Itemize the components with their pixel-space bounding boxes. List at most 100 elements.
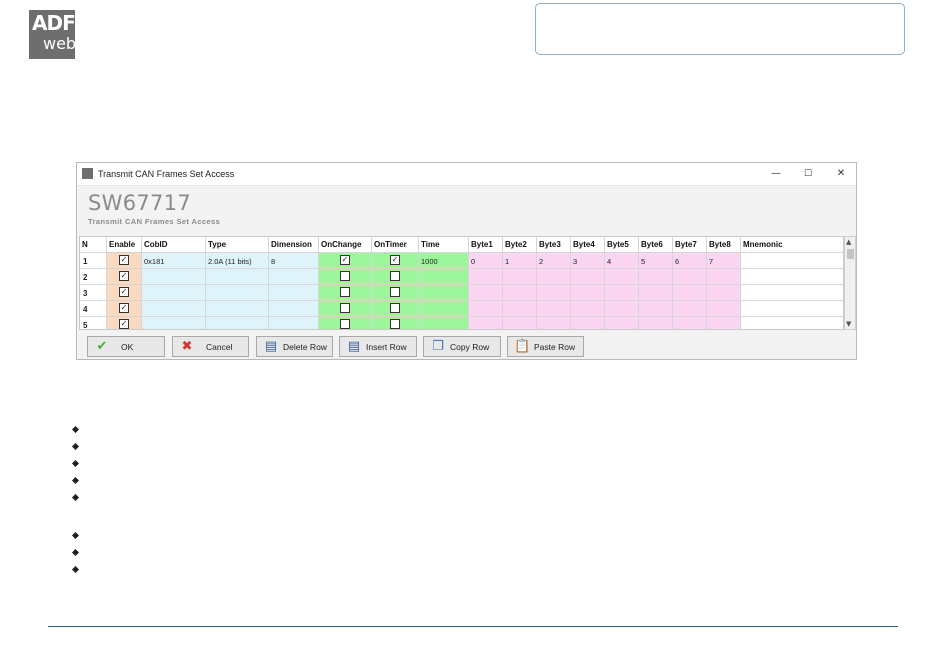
ontimer-checkbox[interactable] (390, 287, 400, 297)
copy-row-button[interactable]: ❐ Copy Row (423, 336, 501, 357)
dimension-cell[interactable]: 8 (269, 253, 319, 269)
b4-cell[interactable] (571, 285, 605, 301)
column-header-byte4[interactable]: Byte4 (571, 237, 605, 253)
b7-cell[interactable] (673, 317, 707, 329)
time-cell[interactable] (419, 317, 469, 329)
b7-cell[interactable] (673, 285, 707, 301)
scroll-down-icon[interactable]: ▼ (846, 320, 851, 328)
b8-cell[interactable] (707, 317, 741, 329)
b5-cell[interactable] (605, 285, 639, 301)
column-header-byte2[interactable]: Byte2 (503, 237, 537, 253)
ontimer-checkbox[interactable] (390, 319, 400, 329)
column-header-n[interactable]: N (80, 237, 107, 253)
table-vertical-scrollbar[interactable]: ▲ ▼ (844, 236, 856, 330)
b8-cell[interactable]: 7 (707, 253, 741, 269)
time-cell[interactable] (419, 285, 469, 301)
column-header-onchange[interactable]: OnChange (319, 237, 372, 253)
b7-cell[interactable]: 6 (673, 253, 707, 269)
type-cell[interactable]: 2.0A (11 bits) (206, 253, 269, 269)
column-header-enable[interactable]: Enable (107, 237, 142, 253)
b6-cell[interactable]: 5 (639, 253, 673, 269)
b5-cell[interactable]: 4 (605, 253, 639, 269)
enable-checkbox[interactable]: ✓ (119, 255, 129, 265)
enable-checkbox[interactable]: ✓ (119, 303, 129, 313)
column-header-byte7[interactable]: Byte7 (673, 237, 707, 253)
ontimer-checkbox[interactable] (390, 271, 400, 281)
enable-checkbox[interactable]: ✓ (119, 271, 129, 281)
cobid-cell[interactable] (142, 285, 206, 301)
mnemonic-cell[interactable] (741, 253, 843, 269)
column-header-mnemonic[interactable]: Mnemonic (741, 237, 843, 253)
b8-cell[interactable] (707, 269, 741, 285)
b3-cell[interactable] (537, 301, 571, 317)
b5-cell[interactable] (605, 317, 639, 329)
cobid-cell[interactable] (142, 317, 206, 329)
b7-cell[interactable] (673, 269, 707, 285)
b8-cell[interactable] (707, 285, 741, 301)
type-cell[interactable] (206, 301, 269, 317)
scroll-thumb[interactable] (847, 249, 854, 259)
column-header-time[interactable]: Time (419, 237, 469, 253)
cancel-button[interactable]: ✖ Cancel (172, 336, 249, 357)
b1-cell[interactable] (469, 301, 503, 317)
mnemonic-cell[interactable] (741, 285, 843, 301)
onchange-checkbox[interactable] (340, 271, 350, 281)
b6-cell[interactable] (639, 317, 673, 329)
column-header-byte8[interactable]: Byte8 (707, 237, 741, 253)
b2-cell[interactable]: 1 (503, 253, 537, 269)
mnemonic-cell[interactable] (741, 269, 843, 285)
onchange-checkbox[interactable] (340, 319, 350, 329)
minimize-button[interactable]: — (767, 166, 785, 182)
b6-cell[interactable] (639, 269, 673, 285)
b1-cell[interactable] (469, 285, 503, 301)
b3-cell[interactable] (537, 317, 571, 329)
cobid-cell[interactable] (142, 269, 206, 285)
onchange-checkbox[interactable] (340, 287, 350, 297)
cobid-cell[interactable] (142, 301, 206, 317)
column-header-byte3[interactable]: Byte3 (537, 237, 571, 253)
column-header-cobid[interactable]: CobID (142, 237, 206, 253)
b1-cell[interactable] (469, 269, 503, 285)
b4-cell[interactable] (571, 301, 605, 317)
column-header-byte1[interactable]: Byte1 (469, 237, 503, 253)
b3-cell[interactable]: 2 (537, 253, 571, 269)
column-header-dimension[interactable]: Dimension (269, 237, 319, 253)
time-cell[interactable] (419, 301, 469, 317)
time-cell[interactable] (419, 269, 469, 285)
b5-cell[interactable] (605, 269, 639, 285)
b8-cell[interactable] (707, 301, 741, 317)
b4-cell[interactable] (571, 317, 605, 329)
mnemonic-cell[interactable] (741, 301, 843, 317)
b4-cell[interactable]: 3 (571, 253, 605, 269)
b2-cell[interactable] (503, 285, 537, 301)
time-cell[interactable]: 1000 (419, 253, 469, 269)
maximize-button[interactable]: ☐ (799, 166, 817, 182)
onchange-checkbox[interactable]: ✓ (340, 255, 350, 265)
dimension-cell[interactable] (269, 285, 319, 301)
scroll-up-icon[interactable]: ▲ (846, 238, 851, 246)
column-header-ontimer[interactable]: OnTimer (372, 237, 419, 253)
b6-cell[interactable] (639, 301, 673, 317)
b5-cell[interactable] (605, 301, 639, 317)
enable-checkbox[interactable]: ✓ (119, 287, 129, 297)
delete-row-button[interactable]: ▤ Delete Row (256, 336, 333, 357)
dimension-cell[interactable] (269, 301, 319, 317)
b1-cell[interactable] (469, 317, 503, 329)
type-cell[interactable] (206, 269, 269, 285)
b1-cell[interactable]: 0 (469, 253, 503, 269)
mnemonic-cell[interactable] (741, 317, 843, 329)
b3-cell[interactable] (537, 285, 571, 301)
b2-cell[interactable] (503, 269, 537, 285)
ontimer-checkbox[interactable] (390, 303, 400, 313)
dimension-cell[interactable] (269, 317, 319, 329)
b7-cell[interactable] (673, 301, 707, 317)
enable-checkbox[interactable]: ✓ (119, 319, 129, 329)
b4-cell[interactable] (571, 269, 605, 285)
b3-cell[interactable] (537, 269, 571, 285)
column-header-byte6[interactable]: Byte6 (639, 237, 673, 253)
b2-cell[interactable] (503, 301, 537, 317)
column-header-byte5[interactable]: Byte5 (605, 237, 639, 253)
cobid-cell[interactable]: 0x181 (142, 253, 206, 269)
dimension-cell[interactable] (269, 269, 319, 285)
ontimer-checkbox[interactable]: ✓ (390, 255, 400, 265)
